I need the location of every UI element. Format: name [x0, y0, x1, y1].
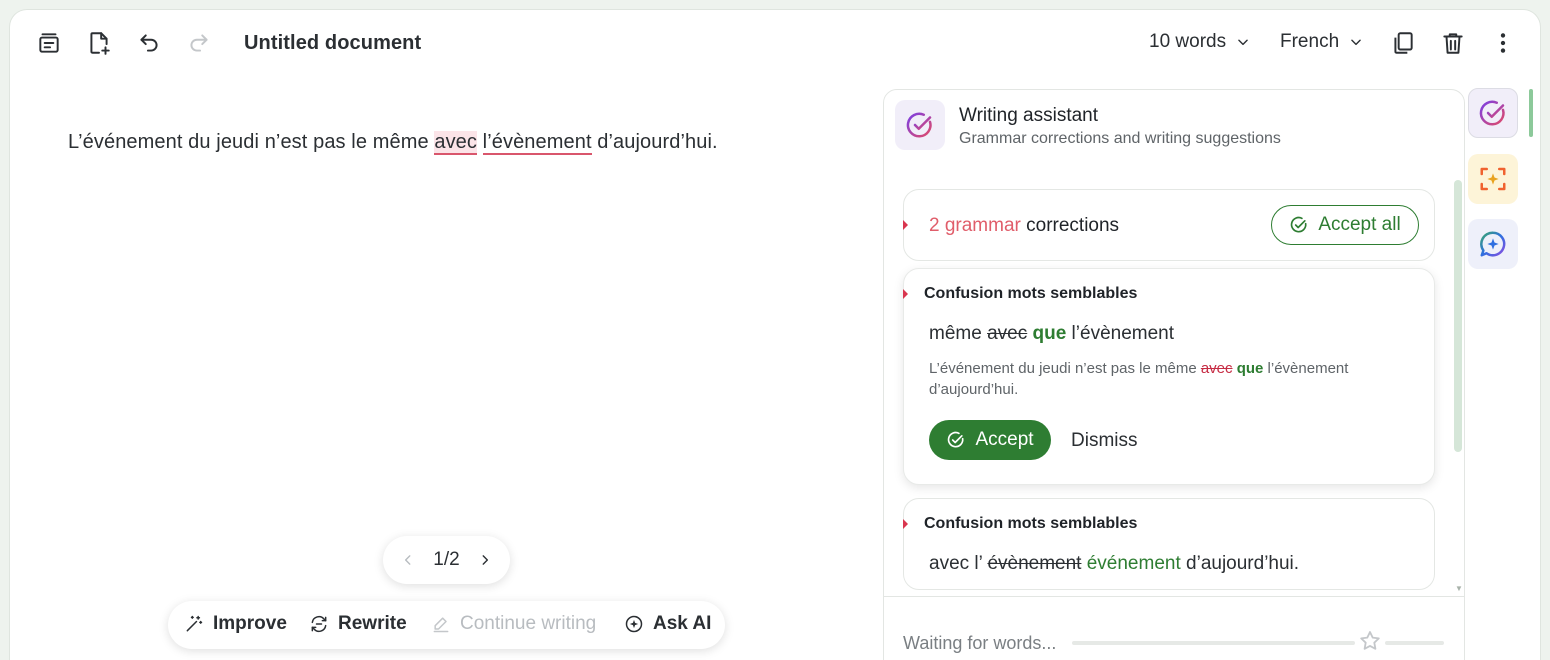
diff-added: événement	[1086, 553, 1181, 574]
error-marker	[903, 519, 908, 529]
diff-after: d’aujourd’hui.	[1180, 553, 1300, 574]
diff-after: l’évènement	[1066, 323, 1175, 344]
suggestion-pager: 1/2	[383, 536, 510, 584]
language-dropdown[interactable]: French	[1280, 31, 1363, 53]
pager-label: 1/2	[433, 549, 460, 570]
continue-writing-button[interactable]: Continue writing	[431, 613, 596, 635]
more-options-icon[interactable]	[1488, 28, 1518, 58]
improve-label: Improve	[213, 613, 287, 634]
new-document-icon[interactable]	[84, 28, 114, 58]
suggestion-context: L’événement du jeudi n’est pas le même a…	[929, 358, 1399, 400]
grammar-count: 2 grammar	[929, 215, 1021, 236]
score-track	[1072, 641, 1355, 645]
ai-action-bar: Improve Rewrite Continue writing Ask AI	[168, 601, 725, 649]
accept-button[interactable]: Accept	[929, 420, 1051, 460]
language-label: French	[1280, 31, 1340, 52]
panel-scrollbar[interactable]	[1454, 180, 1462, 452]
top-toolbar: Untitled document 10 words French	[10, 10, 1540, 76]
dismiss-button[interactable]: Dismiss	[1071, 430, 1138, 452]
ai-sparkle-icon	[625, 615, 643, 633]
editor-segment	[477, 131, 483, 153]
word-count-label: 10 words	[1149, 31, 1227, 52]
grammar-error-underline[interactable]: l’évènement	[482, 131, 592, 155]
suggestion-diff: même avec que l’évènement	[929, 323, 1174, 345]
score-track	[1385, 641, 1444, 645]
corrections-summary: 2 grammar corrections	[929, 215, 1119, 237]
star-icon	[1360, 631, 1380, 650]
ask-ai-label: Ask AI	[653, 613, 712, 634]
pencil-icon	[433, 617, 449, 633]
editor-text[interactable]: L’événement du jeudi n’est pas le même a…	[68, 131, 718, 155]
diff-before: même	[929, 323, 988, 344]
trash-icon[interactable]	[1438, 28, 1468, 58]
corrections-label: corrections	[1020, 215, 1120, 236]
continue-writing-label: Continue writing	[460, 613, 597, 634]
error-marker	[903, 289, 908, 299]
documents-icon[interactable]	[34, 28, 64, 58]
diff-before: avec l’	[929, 553, 988, 574]
ai-focus-tab-icon[interactable]	[1468, 154, 1518, 204]
chevron-down-icon	[1238, 39, 1248, 46]
word-count-dropdown[interactable]: 10 words	[1149, 31, 1250, 53]
panel-footer: Waiting for words...	[884, 596, 1464, 660]
grammar-check-icon	[895, 100, 945, 150]
app-window: Untitled document 10 words French L’évén…	[9, 9, 1541, 660]
context-removed: avec	[1200, 360, 1233, 377]
accept-all-button[interactable]: Accept all	[1271, 205, 1419, 245]
undo-icon[interactable]	[134, 28, 164, 58]
waiting-status: Waiting for words...	[903, 633, 1057, 653]
suggestion-title: Confusion mots semblables	[924, 285, 1138, 302]
chevron-left-icon[interactable]	[401, 553, 415, 567]
editor-segment: d’aujourd’hui.	[591, 131, 718, 153]
active-tab-indicator	[1529, 89, 1533, 137]
suggestion-card[interactable]: Confusion mots semblables même avec que …	[903, 268, 1435, 485]
rewrite-button[interactable]: Rewrite	[309, 613, 407, 635]
accept-label: Accept	[975, 429, 1034, 450]
check-circle-icon	[948, 431, 964, 448]
improve-button[interactable]: Improve	[184, 613, 287, 635]
editor-segment: L’événement du jeudi n’est pas le même	[68, 131, 435, 153]
context-before: L’événement du jeudi n’est pas le même	[929, 360, 1201, 377]
ai-chat-tab-icon[interactable]	[1468, 219, 1518, 269]
grammar-assistant-tab-icon[interactable]	[1468, 88, 1518, 138]
corrections-summary-card: 2 grammar corrections Accept all	[903, 189, 1435, 261]
grammar-error-highlight[interactable]: avec	[434, 131, 477, 155]
panel-subtitle: Grammar corrections and writing suggesti…	[959, 130, 1281, 147]
writing-assistant-panel: Writing assistant Grammar corrections an…	[883, 89, 1465, 660]
accept-all-label: Accept all	[1318, 214, 1401, 235]
error-marker	[903, 220, 908, 230]
context-added: que	[1236, 360, 1264, 377]
check-circle-icon	[1291, 216, 1307, 233]
redo-icon[interactable]	[184, 28, 214, 58]
ask-ai-button[interactable]: Ask AI	[624, 613, 711, 635]
chevron-right-icon[interactable]	[478, 553, 492, 567]
scroll-down-arrow-icon[interactable]: ▼	[1455, 584, 1463, 593]
diff-removed: évènement	[987, 553, 1082, 574]
magic-wand-icon	[186, 615, 203, 632]
panel-title: Writing assistant	[959, 105, 1099, 126]
suggestion-diff: avec l’ évènement événement d’aujourd’hu…	[929, 553, 1299, 575]
diff-added: que	[1032, 323, 1067, 344]
suggestion-title: Confusion mots semblables	[924, 515, 1138, 532]
refresh-icon	[311, 615, 327, 633]
suggestion-card[interactable]: Confusion mots semblables avec l’ évènem…	[903, 498, 1435, 590]
document-title[interactable]: Untitled document	[244, 32, 421, 55]
rewrite-label: Rewrite	[338, 613, 407, 634]
chevron-down-icon	[1351, 39, 1361, 46]
copy-icon[interactable]	[1388, 28, 1418, 58]
diff-removed: avec	[987, 323, 1028, 344]
